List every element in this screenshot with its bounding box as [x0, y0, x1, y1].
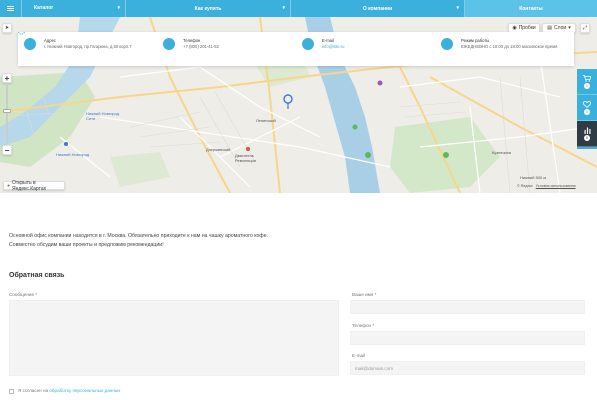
map-place-label: Дзержинский: [206, 147, 231, 152]
zoom-track[interactable]: [6, 85, 8, 143]
phone-label-text: Телефон: [352, 323, 372, 328]
fullscreen-button[interactable]: ⤢: [580, 23, 590, 33]
open-in-yandex-button[interactable]: ● Открыть в Яндекс.Картах: [3, 179, 65, 192]
required-mark: *: [374, 292, 377, 297]
consent-label: Я согласен на обработку персональных дан…: [18, 388, 120, 393]
nav-item-how-to-buy[interactable]: Как купить ▾: [126, 0, 291, 17]
side-panel: 0 0 0: [577, 69, 597, 149]
nav-item-contacts[interactable]: Контакты: [465, 0, 597, 17]
location-pin-icon: [283, 94, 293, 109]
required-mark: *: [35, 292, 38, 297]
nav-item-about[interactable]: О компании ▾: [291, 0, 465, 17]
email-link[interactable]: info@site.ru: [322, 44, 344, 50]
heart-icon: [583, 100, 591, 108]
clock-icon: [18, 32, 453, 50]
chevron-down-icon: ▾: [456, 5, 459, 11]
contact-info-card: Адрес г. Нижний Новгород, пр.Гагарина, д…: [18, 32, 574, 66]
terms-link[interactable]: Условия использования: [536, 184, 576, 188]
expand-icon: ⤢: [582, 25, 587, 31]
phone-input[interactable]: [350, 331, 585, 345]
message-textarea[interactable]: [9, 300, 339, 376]
nav-label: Как купить: [194, 5, 222, 12]
layers-icon: ▤: [547, 25, 553, 31]
cart-button[interactable]: 0: [577, 69, 597, 95]
map-footer: © Яндекс Условия использования: [517, 184, 576, 188]
phone-label: Телефон *: [352, 323, 374, 328]
zoom-control: + −: [2, 73, 12, 155]
hours-block: Режим работы ЕЖЕДНЕВНО с 10:00 до 18:00 …: [18, 32, 574, 66]
traffic-label: Пробки: [518, 25, 536, 31]
phone-value[interactable]: +7 (800) 201-41-52: [183, 44, 219, 50]
cart-icon: [583, 74, 591, 82]
chevron-down-icon: ▾: [568, 25, 571, 31]
message-label: Сообщение *: [9, 292, 37, 297]
map-place-label: Нижний Новгород: [56, 152, 90, 157]
nav-label: О компании: [362, 5, 393, 12]
nav-label: Каталог: [34, 5, 54, 11]
email-label-text: E-mail: [352, 353, 366, 358]
top-navigation: Каталог ▾ Как купить ▾ О компании ▾ Конт…: [0, 0, 597, 17]
zoom-slider-handle[interactable]: [3, 109, 11, 113]
name-label: Ваше имя *: [352, 292, 376, 297]
address-value: г. Нижний Новгород, пр.Гагарина, д.50 ко…: [44, 44, 132, 49]
required-mark: *: [372, 323, 375, 328]
scale-text: Нижний 500 м: [520, 175, 547, 180]
zoom-in-button[interactable]: +: [2, 73, 12, 83]
copyright-text: © Яндекс: [517, 184, 533, 188]
map-place-label: Ленинский: [256, 118, 276, 123]
cart-count: 0: [584, 82, 590, 89]
traffic-icon: ◉: [512, 25, 517, 31]
name-input[interactable]: [350, 300, 585, 314]
favorites-count: 0: [584, 108, 590, 115]
map-place-label: Двигатель Революции: [235, 153, 257, 163]
geolocation-icon: ➤: [4, 25, 10, 31]
compare-button[interactable]: 0: [577, 121, 597, 147]
phone-icon: [18, 32, 175, 50]
hours-value: ЕЖЕДНЕВНО с 10:00 до 18:00 московское вр…: [461, 44, 558, 49]
email-placeholder: mail@domain.com: [355, 365, 394, 371]
chevron-down-icon: ▾: [117, 5, 120, 11]
yandex-pin-icon: ●: [7, 182, 11, 189]
feedback-title: Обратная связь: [9, 272, 65, 279]
consent-checkbox[interactable]: [9, 389, 14, 394]
consent-link[interactable]: обработку персональных данных: [49, 388, 120, 393]
email-input[interactable]: mail@domain.com: [350, 361, 585, 375]
geolocation-button[interactable]: ➤: [2, 23, 12, 33]
consent-prefix: Я согласен на: [18, 388, 49, 393]
company-description: Основной офис компании находится в г. Мо…: [9, 232, 268, 250]
address-block: Адрес г. Нижний Новгород, пр.Гагарина, д…: [18, 32, 157, 66]
menu-icon[interactable]: [0, 0, 22, 17]
nav-label: Контакты: [519, 5, 543, 12]
map-place-label: Нижний Новгород Сити: [86, 111, 120, 121]
open-in-yandex-label: Открыть в Яндекс.Картах: [12, 179, 47, 192]
name-label-text: Ваше имя: [352, 292, 374, 297]
chevron-down-icon: ▾: [282, 5, 285, 11]
nav-item-catalog[interactable]: Каталог ▾: [22, 0, 126, 17]
mail-icon: [18, 32, 314, 50]
favorites-button[interactable]: 0: [577, 95, 597, 121]
zoom-out-button[interactable]: −: [2, 145, 12, 155]
description-line: Совместно обсудим ваши проекты и предлож…: [9, 242, 164, 248]
phone-block: Телефон +7 (800) 201-41-52: [18, 32, 296, 66]
map-scale: Нижний 500 м: [520, 175, 546, 180]
message-label-text: Сообщение: [9, 292, 34, 297]
map-place-label: Кузнечиха: [492, 150, 511, 155]
layers-label: Слои: [554, 25, 567, 31]
compare-bars-icon: [584, 127, 590, 134]
compare-count: 0: [584, 134, 590, 141]
map[interactable]: Нижний Новгород Сити Нижний Новгород Лен…: [0, 17, 597, 193]
page: Каталог ▾ Как купить ▾ О компании ▾ Конт…: [0, 0, 597, 400]
email-label: E-mail: [352, 353, 365, 358]
email-block: E-mail info@site.ru: [18, 32, 435, 66]
description-line: Основной офис компании находится в г. Мо…: [9, 233, 269, 239]
location-icon: [18, 32, 36, 50]
